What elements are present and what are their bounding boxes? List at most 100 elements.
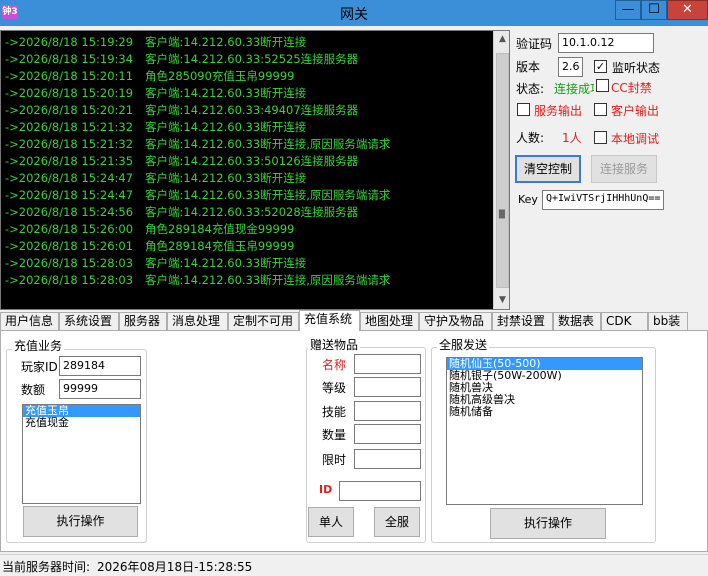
status-value: 连接成功 [554,82,594,96]
log-message: 客户端:14.212.60.33断开连接 [145,171,307,185]
client-output-checkbox[interactable] [594,103,607,116]
scroll-grip-icon: ▬ ▬ ▬ [498,206,506,221]
log-line: ->2026/8/18 15:26:00 角色289184充值现金99999 [5,221,294,238]
gift-all-button[interactable]: 全服 [374,507,420,537]
log-message: 客户端:14.212.60.33:49407连接服务器 [145,103,359,117]
tab-item[interactable]: 封禁设置 [492,312,553,330]
tab-item[interactable]: 消息处理 [167,312,228,330]
status-bar: 当前服务器时间: 2026年08月18日-15:28:55 [0,554,708,576]
client-output-label: 客户输出 [611,104,660,118]
broadcast-item-list[interactable]: 随机仙玉(50-500) 随机银子(50W-200W) 随机兽决 随机高级兽决 随机储备 [446,357,643,505]
service-output-checkbox[interactable] [517,103,530,116]
log-timestamp: ->2026/8/18 15:26:00 [5,222,134,236]
log-line: ->2026/8/18 15:24:47 客户端:14.212.60.33断开连接 [5,170,306,187]
verify-code-input[interactable]: 10.1.0.12 [558,33,654,53]
recharge-execute-button[interactable]: 执行操作 [23,506,138,537]
log-timestamp: ->2026/8/18 15:21:35 [5,154,134,168]
item-name-input[interactable] [354,354,421,374]
monitor-checkbox[interactable]: ✓ [594,60,607,73]
log-console[interactable]: ->2026/8/18 15:19:29 客户端:14.212.60.33断开连接… [0,30,510,310]
local-debug-label: 本地调试 [611,132,660,146]
window-title: 网关 [340,7,368,23]
list-item[interactable]: 随机储备 [447,406,642,418]
key-input[interactable]: Q+IwiVTSrjIHHhUnQ== [542,190,664,210]
log-timestamp: ->2026/8/18 15:28:03 [5,273,134,287]
log-timestamp: ->2026/8/18 15:26:01 [5,239,134,253]
log-line: ->2026/8/18 15:19:29 客户端:14.212.60.33断开连接 [5,34,306,51]
item-limit-input[interactable] [354,449,421,469]
cc-ban-checkbox[interactable] [596,79,609,92]
broadcast-group-title: 全服发送 [437,336,490,353]
log-line: ->2026/8/18 15:20:11 角色285090充值玉帛99999 [5,68,294,85]
maximize-button[interactable]: ☐ [641,0,667,20]
status-label: 状态: [516,82,545,96]
connect-service-button[interactable]: 连接服务 [591,155,657,183]
tab-item[interactable]: 系统设置 [59,312,119,330]
clear-console-button[interactable]: 清空控制 [515,155,581,183]
item-id-input[interactable] [339,481,421,501]
item-id-label: ID [319,483,333,496]
tab-item[interactable]: bb装 [648,312,688,330]
log-timestamp: ->2026/8/18 15:20:19 [5,86,134,100]
list-item[interactable]: 充值现金 [23,417,140,429]
log-timestamp: ->2026/8/18 15:19:34 [5,52,134,66]
player-id-label: 玩家ID [21,360,58,374]
item-name-label: 名称 [322,358,347,372]
log-timestamp: ->2026/8/18 15:24:47 [5,188,134,202]
log-message: 客户端:14.212.60.33:52028连接服务器 [145,205,359,219]
title-bar: 钟3 网关 — ☐ ✕ [0,0,708,26]
tab-item[interactable]: 充值系统 [299,310,360,331]
log-line: ->2026/8/18 15:24:56 客户端:14.212.60.33:520… [5,204,358,221]
local-debug-checkbox[interactable] [594,131,607,144]
log-line: ->2026/8/18 15:20:19 客户端:14.212.60.33断开连接 [5,85,306,102]
tab-content-recharge: 充值业务 玩家ID 289184 数额 99999 充值玉帛 充值现金 执行操作 … [0,330,708,552]
log-message: 角色289184充值玉帛99999 [145,239,295,253]
log-message: 角色285090充值玉帛99999 [145,69,295,83]
tab-item[interactable]: 定制不可用 [228,312,299,330]
item-level-label: 等级 [322,381,347,395]
log-message: 客户端:14.212.60.33断开连接 [145,120,307,134]
tab-strip: 用户信息 系统设置 服务器 消息处理 定制不可用 充值系统 地图处理 守护及物品 封禁设置 数据表… [0,310,708,331]
scroll-up-arrow-icon[interactable]: ▲ [494,31,509,48]
item-level-input[interactable] [354,377,421,397]
log-line: ->2026/8/18 15:21:35 客户端:14.212.60.33:501… [5,153,358,170]
tab-item[interactable]: CDK [601,312,648,330]
log-message: 客户端:14.212.60.33断开连接 [145,256,307,270]
tab-item[interactable]: 用户信息 [0,312,59,330]
monitor-label: 监听状态 [612,61,661,75]
gift-single-button[interactable]: 单人 [308,507,354,537]
scroll-thumb[interactable] [496,53,509,288]
log-message: 客户端:14.212.60.33断开连接 [145,86,307,100]
broadcast-execute-button[interactable]: 执行操作 [490,508,606,539]
player-id-input[interactable]: 289184 [59,356,141,376]
close-button[interactable]: ✕ [667,0,708,20]
amount-input[interactable]: 99999 [59,379,141,399]
log-timestamp: ->2026/8/18 15:24:47 [5,171,134,185]
item-skill-input[interactable] [354,401,421,421]
item-quantity-input[interactable] [354,424,421,444]
tab-item[interactable]: 服务器 [119,312,167,330]
log-message: 客户端:14.212.60.33:52525连接服务器 [145,52,359,66]
log-timestamp: ->2026/8/18 15:21:32 [5,137,134,151]
log-timestamp: ->2026/8/18 15:28:03 [5,256,134,270]
log-line: ->2026/8/18 15:21:32 客户端:14.212.60.33断开连接 [5,119,306,136]
log-line: ->2026/8/18 15:21:32 客户端:14.212.60.33断开连接… [5,136,390,153]
verify-code-label: 验证码 [516,37,553,51]
amount-label: 数额 [21,383,46,397]
version-input[interactable]: 2.6 [558,57,583,77]
minimize-button[interactable]: — [615,0,641,20]
log-message: 客户端:14.212.60.33:50126连接服务器 [145,154,359,168]
tab-item[interactable]: 地图处理 [360,312,419,330]
log-line: ->2026/8/18 15:28:03 客户端:14.212.60.33断开连接… [5,272,390,289]
service-output-label: 服务输出 [534,104,583,118]
log-timestamp: ->2026/8/18 15:20:21 [5,103,134,117]
log-scrollbar[interactable]: ▲ ▬ ▬ ▬ ▼ [493,31,509,309]
tab-item[interactable]: 数据表 [553,312,601,330]
tab-item[interactable]: 守护及物品 [419,312,492,330]
scroll-down-arrow-icon[interactable]: ▼ [494,292,509,309]
log-message: 客户端:14.212.60.33断开连接,原因服务端请求 [145,188,391,202]
item-skill-label: 技能 [322,405,347,419]
log-line: ->2026/8/18 15:28:03 客户端:14.212.60.33断开连接 [5,255,306,272]
recharge-type-list[interactable]: 充值玉帛 充值现金 [22,404,141,504]
item-limit-label: 限时 [322,453,347,467]
